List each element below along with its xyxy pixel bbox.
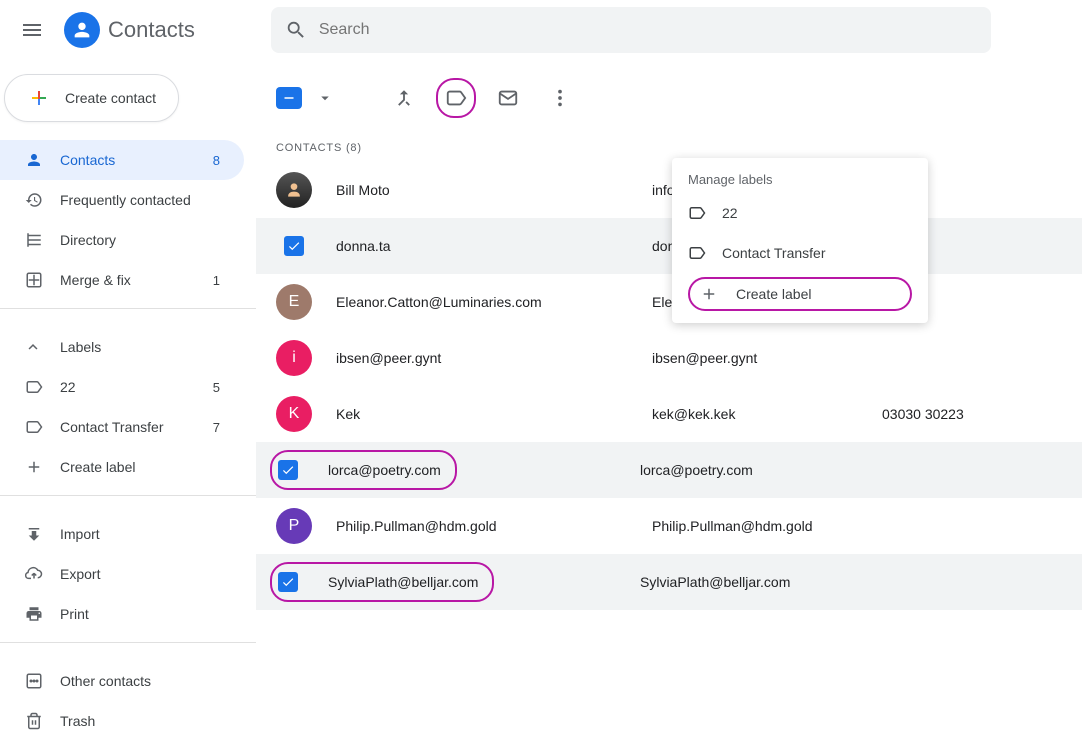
dropdown-header: Manage labels [672, 166, 928, 193]
contact-email: lorca@poetry.com [640, 462, 870, 478]
contact-avatar: i [276, 340, 312, 376]
sidebar-item-other-contacts[interactable]: Other contacts [0, 661, 244, 701]
export-icon [24, 565, 44, 583]
label-icon [445, 87, 467, 109]
search-icon [285, 19, 307, 41]
send-email-button[interactable] [488, 78, 528, 118]
highlighted-contact: lorca@poetry.com [270, 450, 457, 490]
indeterminate-icon [280, 89, 298, 107]
sidebar-item-directory[interactable]: Directory [0, 220, 244, 260]
selection-toolbar [256, 74, 1082, 122]
print-icon [24, 605, 44, 623]
directory-icon [24, 231, 44, 249]
more-actions-button[interactable] [540, 78, 580, 118]
sidebar-item-import[interactable]: Import [0, 514, 244, 554]
contact-checkbox[interactable] [278, 572, 298, 592]
main-menu-button[interactable] [8, 6, 56, 54]
contact-row[interactable]: SylviaPlath@belljar.com SylviaPlath@bellj… [256, 554, 1082, 610]
dropdown-create-label[interactable]: Create label [688, 277, 912, 311]
contacts-list-header: CONTACTS (8) [256, 122, 1082, 162]
sidebar-item-trash[interactable]: Trash [0, 701, 244, 741]
merge-button[interactable] [384, 78, 424, 118]
contact-avatar: K [276, 396, 312, 432]
manage-labels-dropdown: Manage labels 22Contact Transfer Create … [672, 158, 928, 323]
contact-name: SylviaPlath@belljar.com [328, 574, 478, 590]
label-icon [24, 378, 44, 396]
more-vert-icon [549, 87, 571, 109]
merge-icon [24, 271, 44, 289]
contact-avatar: P [276, 508, 312, 544]
labels-header[interactable]: Labels [0, 327, 256, 367]
sidebar-item-22[interactable]: 225 [0, 367, 244, 407]
sidebar-item-contact-transfer[interactable]: Contact Transfer7 [0, 407, 244, 447]
sidebar-item-export[interactable]: Export [0, 554, 244, 594]
contact-row[interactable]: donna.tadonna.tartt@goldfinch.com [256, 218, 1082, 274]
contact-row[interactable]: PPhilip.Pullman@hdm.goldPhilip.Pullman@h… [256, 498, 1082, 554]
app-title: Contacts [108, 17, 195, 43]
contact-email: kek@kek.kek [652, 406, 882, 422]
selection-indicator[interactable] [276, 87, 302, 109]
sidebar-item-print[interactable]: Print [0, 594, 244, 634]
contact-name: lorca@poetry.com [328, 462, 441, 478]
plus-small-icon [25, 458, 43, 476]
contact-avatar [276, 172, 312, 208]
plus-icon [27, 86, 51, 110]
app-logo[interactable]: Contacts [64, 12, 195, 48]
contact-name: ibsen@peer.gynt [312, 350, 652, 366]
contact-name: donna.ta [312, 238, 652, 254]
merge-icon [393, 87, 415, 109]
contact-checkbox[interactable] [284, 236, 304, 256]
contact-name: Eleanor.Catton@Luminaries.com [312, 294, 652, 310]
manage-labels-button[interactable] [436, 78, 476, 118]
create-contact-button[interactable]: Create contact [4, 74, 179, 122]
chevron-up-icon [24, 338, 42, 356]
label-outline-icon [688, 244, 706, 262]
highlighted-contact: SylviaPlath@belljar.com [270, 562, 494, 602]
dropdown-label-item[interactable]: 22 [672, 193, 928, 233]
contact-name: Kek [312, 406, 652, 422]
other-icon [24, 672, 44, 690]
search-box[interactable] [271, 7, 991, 53]
contact-row[interactable]: Bill Motoinfo@billmoto.com [256, 162, 1082, 218]
contact-row[interactable]: KKekkek@kek.kek03030 30223 [256, 386, 1082, 442]
label-outline-icon [688, 204, 706, 222]
contact-avatar: E [276, 284, 312, 320]
contact-phone: 03030 30223 [882, 406, 964, 422]
history-icon [24, 191, 44, 209]
contact-row[interactable]: lorca@poetry.com lorca@poetry.com [256, 442, 1082, 498]
contact-checkbox[interactable] [278, 460, 298, 480]
selection-dropdown-icon[interactable] [316, 89, 334, 107]
main-content: CONTACTS (8) Bill Motoinfo@billmoto.comd… [256, 60, 1082, 733]
contact-row[interactable]: iibsen@peer.gyntibsen@peer.gynt [256, 330, 1082, 386]
label-icon [24, 418, 44, 436]
search-input[interactable] [319, 21, 977, 39]
contact-email: SylviaPlath@belljar.com [640, 574, 870, 590]
trash-icon [24, 712, 44, 730]
sidebar-item-frequently-contacted[interactable]: Frequently contacted [0, 180, 244, 220]
email-icon [497, 87, 519, 109]
create-contact-label: Create contact [65, 90, 156, 106]
hamburger-icon [20, 18, 44, 42]
sidebar-item-merge-&-fix[interactable]: Merge & fix1 [0, 260, 244, 300]
sidebar-create-label[interactable]: Create label [0, 447, 244, 487]
dropdown-label-item[interactable]: Contact Transfer [672, 233, 928, 273]
contact-email: Philip.Pullman@hdm.gold [652, 518, 882, 534]
contact-name: Philip.Pullman@hdm.gold [312, 518, 652, 534]
person-icon [24, 151, 44, 169]
import-icon [24, 525, 44, 543]
contacts-logo-icon [64, 12, 100, 48]
contact-email: ibsen@peer.gynt [652, 350, 882, 366]
contact-name: Bill Moto [312, 182, 652, 198]
plus-small-icon [700, 285, 718, 303]
contact-row[interactable]: EEleanor.Catton@Luminaries.comEleanor.Ca… [256, 274, 1082, 330]
sidebar: Create contact Contacts8Frequently conta… [0, 60, 256, 733]
sidebar-item-contacts[interactable]: Contacts8 [0, 140, 244, 180]
